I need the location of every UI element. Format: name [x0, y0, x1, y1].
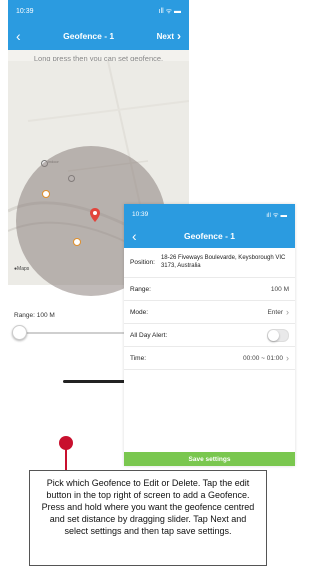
all-day-alert-toggle[interactable]	[267, 328, 289, 342]
map-poi-marker	[42, 190, 50, 198]
all-day-alert-label: All Day Alert:	[130, 331, 168, 339]
range-readout: Range: 100 M	[14, 312, 55, 319]
status-time: 10:39	[16, 7, 34, 15]
all-day-alert-row: All Day Alert:	[124, 324, 295, 347]
back-chevron-icon[interactable]: ‹	[16, 29, 21, 43]
range-slider-thumb[interactable]	[12, 325, 27, 340]
position-row: Position: 18-26 Fiveways Boulevarde, Key…	[124, 248, 295, 278]
maps-logo: ●Maps	[14, 266, 30, 272]
page-title: Geofence - 1	[183, 231, 236, 241]
time-label: Time:	[130, 354, 147, 362]
back-chevron-icon[interactable]: ‹	[132, 229, 137, 243]
position-value: 18-26 Fiveways Boulevarde, Keysborough V…	[160, 255, 286, 269]
mode-value: Enter	[267, 308, 283, 316]
callout-pointer-line	[65, 448, 67, 470]
time-value: 00:00 ~ 01:00	[243, 354, 283, 362]
save-settings-button[interactable]: Save settings	[124, 452, 295, 466]
location-pin-icon[interactable]	[90, 208, 100, 222]
next-button[interactable]: Next ›	[157, 29, 181, 43]
time-row[interactable]: Time: 00:00 ~ 01:00 ›	[124, 347, 295, 370]
instruction-callout: Pick which Geofence to Edit or Delete. T…	[29, 470, 267, 566]
range-row: Range: 100 M	[124, 278, 295, 301]
status-time: 10:39	[132, 210, 149, 218]
map-poi-marker	[73, 238, 81, 246]
range-label: Range:	[130, 285, 151, 293]
chevron-right-icon: ›	[176, 29, 181, 43]
range-value: 100 M	[270, 285, 289, 293]
chevron-right-icon: ›	[286, 353, 289, 363]
nav-bar: ‹ Geofence - 1 Next ›	[8, 22, 189, 50]
status-bar: 10:39 ıll ᯤ ▬	[124, 204, 295, 224]
status-icons: ıll ᯤ ▬	[158, 7, 181, 15]
status-bar: 10:39 ıll ᯤ ▬	[8, 0, 189, 22]
home-indicator	[63, 380, 133, 383]
geofence-settings-screen: 10:39 ıll ᯤ ▬ ‹ Geofence - 1 Position: 1…	[124, 204, 295, 466]
page-title: Geofence - 1	[63, 31, 115, 41]
next-label: Next	[156, 31, 174, 41]
nav-bar: ‹ Geofence - 1	[124, 224, 295, 248]
mode-row[interactable]: Mode: Enter ›	[124, 301, 295, 324]
mode-label: Mode:	[130, 308, 149, 316]
position-label: Position:	[130, 259, 155, 266]
chevron-right-icon: ›	[286, 307, 289, 317]
status-icons: ıll ᯤ ▬	[266, 211, 287, 219]
